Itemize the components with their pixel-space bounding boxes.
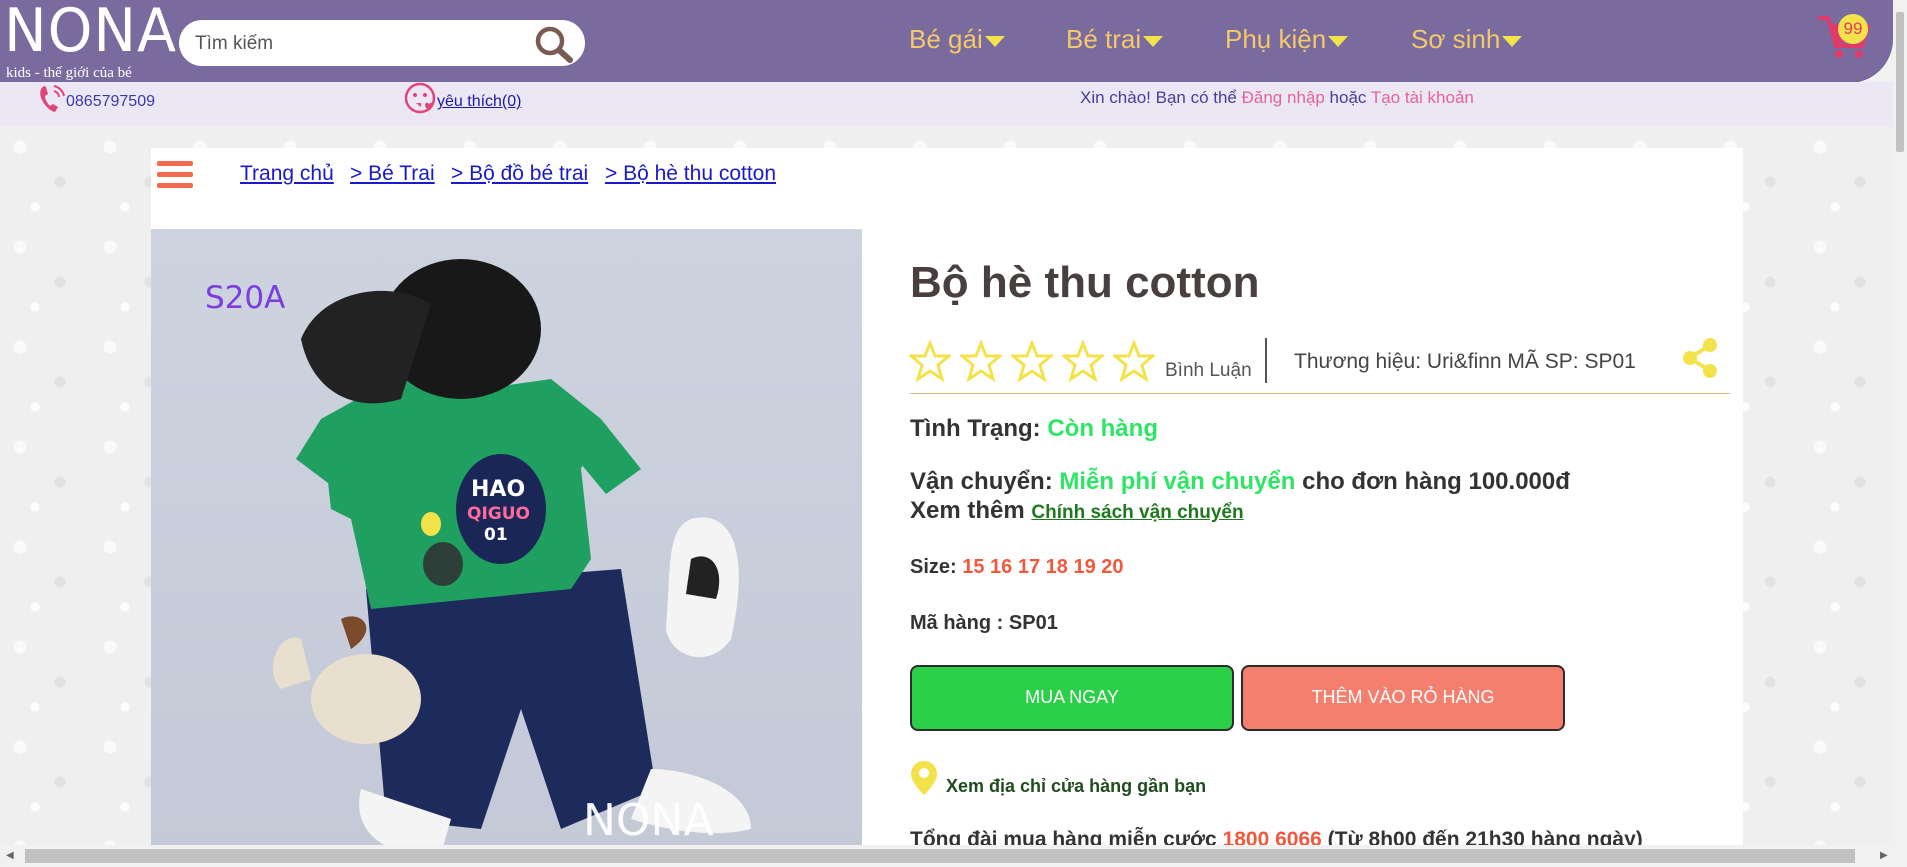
- star-icon[interactable]: [1113, 340, 1155, 382]
- nav-label: Bé trai: [1066, 24, 1142, 54]
- image-code-label: S20A: [205, 280, 286, 316]
- register-link[interactable]: Tạo tài khoản: [1371, 88, 1474, 107]
- menu-icon[interactable]: [157, 161, 193, 193]
- shipping-info: Vận chuyển: Miễn phí vận chuyển cho đơn …: [910, 468, 1570, 496]
- breadcrumb-home[interactable]: Trang chủ: [240, 162, 334, 186]
- divider: [1265, 338, 1267, 383]
- status-label: Tình Trạng:: [910, 415, 1041, 442]
- scroll-left-arrow-icon[interactable]: ◀: [6, 850, 14, 861]
- phone-icon: [40, 85, 65, 112]
- chevron-down-icon: [1143, 35, 1164, 47]
- store-locator-link[interactable]: Xem địa chỉ cửa hàng gần bạn: [946, 776, 1206, 797]
- breadcrumb-be-trai[interactable]: > Bé Trai: [350, 162, 435, 186]
- star-icon[interactable]: [1011, 340, 1053, 382]
- breadcrumb-bo-do-be-trai[interactable]: > Bộ đồ bé trai: [451, 162, 588, 186]
- nav-so-sinh[interactable]: Sơ sinh: [1411, 24, 1523, 55]
- chevron-down-icon: [1328, 35, 1349, 47]
- nav-be-trai[interactable]: Bé trai: [1066, 24, 1164, 55]
- see-more-label: Xem thêm: [910, 497, 1025, 524]
- site-logo[interactable]: NONA kids - thế giới của bé: [2, 0, 176, 82]
- share-icon[interactable]: [1680, 337, 1720, 379]
- chevron-down-icon: [1502, 35, 1523, 47]
- scroll-right-arrow-icon[interactable]: ▶: [1880, 850, 1888, 861]
- buy-now-button[interactable]: MUA NGAY: [910, 665, 1234, 731]
- image-watermark: NONA: [583, 795, 714, 846]
- login-link[interactable]: Đăng nhập: [1242, 88, 1325, 107]
- shirt-print-line-2: QIGUO: [467, 504, 530, 524]
- cart-count-badge: 99: [1838, 14, 1868, 44]
- shirt-print-line-3: 01: [484, 525, 508, 545]
- shipping-policy-link[interactable]: Chính sách vận chuyển: [1031, 502, 1243, 523]
- nav-be-gai[interactable]: Bé gái: [909, 24, 1005, 55]
- nav-label: Phụ kiện: [1225, 24, 1327, 54]
- nav-label: Sơ sinh: [1411, 24, 1501, 54]
- product-photo-illustration: HAO QIGUO 01: [272, 259, 751, 855]
- stock-status: Tình Trạng: Còn hàng: [910, 415, 1158, 443]
- phone-number[interactable]: 0865797509: [66, 93, 155, 111]
- product-title: Bộ hè thu cotton: [910, 258, 1260, 307]
- chevron-down-icon: [984, 35, 1005, 47]
- review-label[interactable]: Bình Luận: [1165, 360, 1252, 382]
- smiley-heart-icon[interactable]: [403, 81, 437, 115]
- info-bar: [0, 82, 1893, 127]
- search-input[interactable]: [193, 29, 527, 59]
- product-image[interactable]: HAO QIGUO 01: [151, 229, 862, 867]
- logo-tagline: kids - thế giới của bé: [6, 65, 132, 81]
- greeting: Xin chào! Bạn có thể Đăng nhập hoặc Tạo …: [1080, 88, 1474, 108]
- brand-sku-line: Thương hiệu: Uri&finn MÃ SP: SP01: [1294, 350, 1636, 373]
- divider-line: [910, 393, 1730, 394]
- nav-label: Bé gái: [909, 24, 983, 54]
- shirt-print-line-1: HAO: [471, 477, 525, 502]
- shipping-value: Miễn phí vận chuyển: [1059, 468, 1296, 495]
- greeting-or: hoặc: [1329, 88, 1367, 107]
- size-values[interactable]: 15 16 17 18 19 20: [962, 556, 1123, 578]
- greeting-text: Xin chào! Bạn có thể: [1080, 88, 1237, 107]
- shipping-suffix: cho đơn hàng 100.000đ: [1302, 468, 1570, 495]
- size-label: Size:: [910, 556, 957, 578]
- star-icon[interactable]: [909, 340, 951, 382]
- add-to-cart-button[interactable]: THÊM VÀO RỎ HÀNG: [1241, 665, 1565, 731]
- sku-line: Mã hàng : SP01: [910, 612, 1058, 634]
- search-icon[interactable]: [532, 24, 576, 64]
- favorites-link[interactable]: yêu thích(0): [437, 93, 521, 111]
- logo-text: NONA: [4, 0, 177, 66]
- shipping-more: Xem thêm Chính sách vận chuyển: [910, 497, 1244, 525]
- nav-phu-kien[interactable]: Phụ kiện: [1225, 24, 1349, 55]
- shipping-label: Vận chuyển:: [910, 468, 1053, 495]
- map-pin-icon: [911, 761, 937, 795]
- status-value: Còn hàng: [1047, 415, 1158, 442]
- size-options: Size: 15 16 17 18 19 20: [910, 556, 1124, 579]
- star-icon[interactable]: [960, 340, 1002, 382]
- vertical-scroll-thumb[interactable]: [1896, 12, 1904, 152]
- search-box: [179, 20, 585, 66]
- horizontal-scroll-thumb[interactable]: [25, 849, 1855, 863]
- star-icon[interactable]: [1062, 340, 1104, 382]
- breadcrumb-current[interactable]: > Bộ hè thu cotton: [605, 162, 776, 186]
